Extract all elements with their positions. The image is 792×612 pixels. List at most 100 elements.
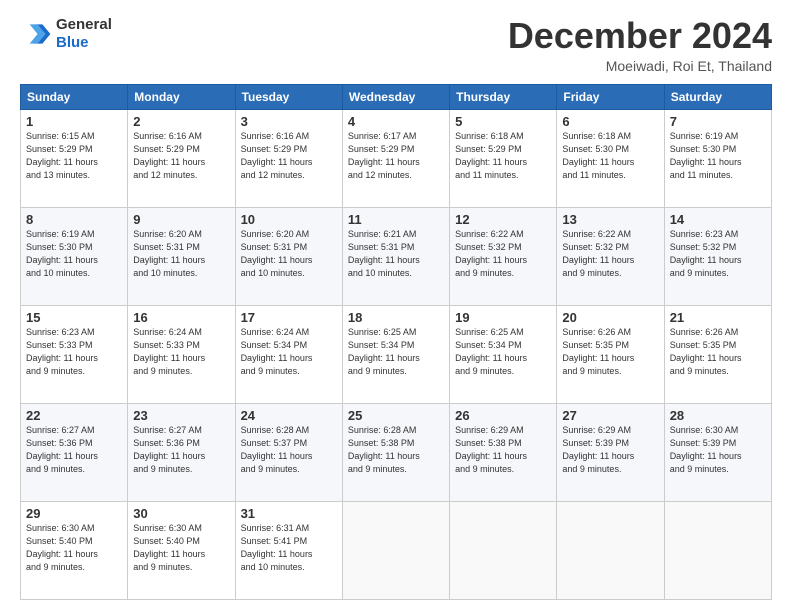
calendar-cell: 19Sunrise: 6:25 AM Sunset: 5:34 PM Dayli…: [450, 305, 557, 403]
day-info: Sunrise: 6:28 AM Sunset: 5:38 PM Dayligh…: [348, 424, 444, 476]
day-info: Sunrise: 6:25 AM Sunset: 5:34 PM Dayligh…: [348, 326, 444, 378]
day-number: 11: [348, 212, 444, 227]
day-info: Sunrise: 6:27 AM Sunset: 5:36 PM Dayligh…: [26, 424, 122, 476]
calendar-cell: 21Sunrise: 6:26 AM Sunset: 5:35 PM Dayli…: [664, 305, 771, 403]
calendar-cell: 20Sunrise: 6:26 AM Sunset: 5:35 PM Dayli…: [557, 305, 664, 403]
calendar-cell: 14Sunrise: 6:23 AM Sunset: 5:32 PM Dayli…: [664, 207, 771, 305]
day-number: 9: [133, 212, 229, 227]
calendar-cell: 11Sunrise: 6:21 AM Sunset: 5:31 PM Dayli…: [342, 207, 449, 305]
calendar-cell: [450, 501, 557, 599]
logo-blue: Blue: [56, 34, 89, 51]
calendar-week-row: 1Sunrise: 6:15 AM Sunset: 5:29 PM Daylig…: [21, 109, 772, 207]
day-info: Sunrise: 6:31 AM Sunset: 5:41 PM Dayligh…: [241, 522, 337, 574]
day-number: 22: [26, 408, 122, 423]
day-number: 6: [562, 114, 658, 129]
day-info: Sunrise: 6:23 AM Sunset: 5:33 PM Dayligh…: [26, 326, 122, 378]
day-number: 8: [26, 212, 122, 227]
day-number: 15: [26, 310, 122, 325]
day-number: 24: [241, 408, 337, 423]
day-info: Sunrise: 6:24 AM Sunset: 5:34 PM Dayligh…: [241, 326, 337, 378]
logo-general: General: [56, 16, 112, 33]
calendar-cell: 9Sunrise: 6:20 AM Sunset: 5:31 PM Daylig…: [128, 207, 235, 305]
day-number: 31: [241, 506, 337, 521]
calendar-cell: 26Sunrise: 6:29 AM Sunset: 5:38 PM Dayli…: [450, 403, 557, 501]
header: General Blue December 2024 Moeiwadi, Roi…: [20, 16, 772, 74]
day-info: Sunrise: 6:25 AM Sunset: 5:34 PM Dayligh…: [455, 326, 551, 378]
logo: General Blue: [20, 16, 112, 52]
calendar-cell: [664, 501, 771, 599]
calendar-cell: 22Sunrise: 6:27 AM Sunset: 5:36 PM Dayli…: [21, 403, 128, 501]
day-info: Sunrise: 6:19 AM Sunset: 5:30 PM Dayligh…: [26, 228, 122, 280]
calendar-cell: 7Sunrise: 6:19 AM Sunset: 5:30 PM Daylig…: [664, 109, 771, 207]
day-info: Sunrise: 6:23 AM Sunset: 5:32 PM Dayligh…: [670, 228, 766, 280]
day-info: Sunrise: 6:26 AM Sunset: 5:35 PM Dayligh…: [670, 326, 766, 378]
calendar-cell: 12Sunrise: 6:22 AM Sunset: 5:32 PM Dayli…: [450, 207, 557, 305]
day-info: Sunrise: 6:29 AM Sunset: 5:39 PM Dayligh…: [562, 424, 658, 476]
day-number: 5: [455, 114, 551, 129]
day-info: Sunrise: 6:22 AM Sunset: 5:32 PM Dayligh…: [455, 228, 551, 280]
day-number: 1: [26, 114, 122, 129]
calendar: SundayMondayTuesdayWednesdayThursdayFrid…: [20, 84, 772, 600]
day-info: Sunrise: 6:20 AM Sunset: 5:31 PM Dayligh…: [241, 228, 337, 280]
calendar-week-row: 8Sunrise: 6:19 AM Sunset: 5:30 PM Daylig…: [21, 207, 772, 305]
day-number: 13: [562, 212, 658, 227]
day-number: 3: [241, 114, 337, 129]
calendar-cell: 1Sunrise: 6:15 AM Sunset: 5:29 PM Daylig…: [21, 109, 128, 207]
day-info: Sunrise: 6:24 AM Sunset: 5:33 PM Dayligh…: [133, 326, 229, 378]
calendar-cell: 8Sunrise: 6:19 AM Sunset: 5:30 PM Daylig…: [21, 207, 128, 305]
day-number: 4: [348, 114, 444, 129]
calendar-cell: 2Sunrise: 6:16 AM Sunset: 5:29 PM Daylig…: [128, 109, 235, 207]
day-number: 21: [670, 310, 766, 325]
day-number: 2: [133, 114, 229, 129]
page: General Blue December 2024 Moeiwadi, Roi…: [0, 0, 792, 612]
day-of-week-header: Wednesday: [342, 84, 449, 109]
day-info: Sunrise: 6:30 AM Sunset: 5:40 PM Dayligh…: [26, 522, 122, 574]
day-number: 28: [670, 408, 766, 423]
calendar-header-row: SundayMondayTuesdayWednesdayThursdayFrid…: [21, 84, 772, 109]
day-number: 29: [26, 506, 122, 521]
day-number: 19: [455, 310, 551, 325]
calendar-week-row: 29Sunrise: 6:30 AM Sunset: 5:40 PM Dayli…: [21, 501, 772, 599]
day-info: Sunrise: 6:18 AM Sunset: 5:29 PM Dayligh…: [455, 130, 551, 182]
calendar-week-row: 22Sunrise: 6:27 AM Sunset: 5:36 PM Dayli…: [21, 403, 772, 501]
day-info: Sunrise: 6:16 AM Sunset: 5:29 PM Dayligh…: [133, 130, 229, 182]
calendar-cell: 24Sunrise: 6:28 AM Sunset: 5:37 PM Dayli…: [235, 403, 342, 501]
day-number: 20: [562, 310, 658, 325]
day-number: 23: [133, 408, 229, 423]
day-number: 14: [670, 212, 766, 227]
calendar-cell: [342, 501, 449, 599]
day-info: Sunrise: 6:28 AM Sunset: 5:37 PM Dayligh…: [241, 424, 337, 476]
title-block: December 2024 Moeiwadi, Roi Et, Thailand: [508, 16, 772, 74]
day-info: Sunrise: 6:16 AM Sunset: 5:29 PM Dayligh…: [241, 130, 337, 182]
day-info: Sunrise: 6:30 AM Sunset: 5:39 PM Dayligh…: [670, 424, 766, 476]
day-number: 10: [241, 212, 337, 227]
day-number: 27: [562, 408, 658, 423]
calendar-cell: 5Sunrise: 6:18 AM Sunset: 5:29 PM Daylig…: [450, 109, 557, 207]
day-info: Sunrise: 6:26 AM Sunset: 5:35 PM Dayligh…: [562, 326, 658, 378]
day-info: Sunrise: 6:17 AM Sunset: 5:29 PM Dayligh…: [348, 130, 444, 182]
calendar-cell: 3Sunrise: 6:16 AM Sunset: 5:29 PM Daylig…: [235, 109, 342, 207]
day-number: 26: [455, 408, 551, 423]
day-number: 12: [455, 212, 551, 227]
day-number: 17: [241, 310, 337, 325]
day-number: 16: [133, 310, 229, 325]
calendar-cell: 25Sunrise: 6:28 AM Sunset: 5:38 PM Dayli…: [342, 403, 449, 501]
calendar-cell: 6Sunrise: 6:18 AM Sunset: 5:30 PM Daylig…: [557, 109, 664, 207]
calendar-cell: 13Sunrise: 6:22 AM Sunset: 5:32 PM Dayli…: [557, 207, 664, 305]
day-info: Sunrise: 6:27 AM Sunset: 5:36 PM Dayligh…: [133, 424, 229, 476]
day-number: 25: [348, 408, 444, 423]
calendar-cell: 17Sunrise: 6:24 AM Sunset: 5:34 PM Dayli…: [235, 305, 342, 403]
day-of-week-header: Monday: [128, 84, 235, 109]
calendar-cell: 23Sunrise: 6:27 AM Sunset: 5:36 PM Dayli…: [128, 403, 235, 501]
logo-icon: [20, 18, 52, 50]
calendar-cell: 4Sunrise: 6:17 AM Sunset: 5:29 PM Daylig…: [342, 109, 449, 207]
calendar-cell: 28Sunrise: 6:30 AM Sunset: 5:39 PM Dayli…: [664, 403, 771, 501]
day-of-week-header: Tuesday: [235, 84, 342, 109]
day-info: Sunrise: 6:15 AM Sunset: 5:29 PM Dayligh…: [26, 130, 122, 182]
calendar-week-row: 15Sunrise: 6:23 AM Sunset: 5:33 PM Dayli…: [21, 305, 772, 403]
month-title: December 2024: [508, 16, 772, 56]
day-number: 30: [133, 506, 229, 521]
calendar-cell: 18Sunrise: 6:25 AM Sunset: 5:34 PM Dayli…: [342, 305, 449, 403]
calendar-cell: [557, 501, 664, 599]
calendar-cell: 16Sunrise: 6:24 AM Sunset: 5:33 PM Dayli…: [128, 305, 235, 403]
